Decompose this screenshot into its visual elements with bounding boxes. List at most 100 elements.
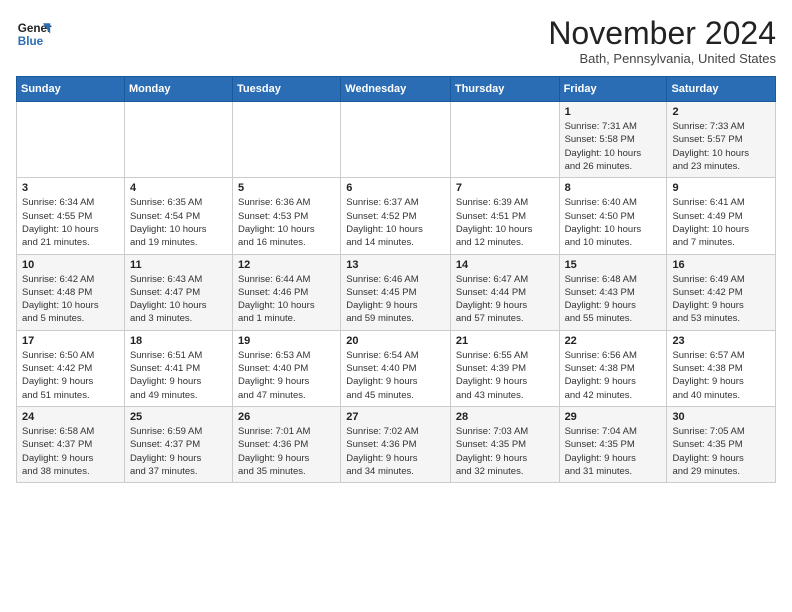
svg-text:Blue: Blue — [18, 35, 44, 48]
day-info: Sunrise: 7:31 AM Sunset: 5:58 PM Dayligh… — [565, 120, 662, 173]
day-cell: 1 Sunrise: 7:31 AM Sunset: 5:58 PM Daylig… — [559, 102, 667, 178]
day-cell: 8Sunrise: 6:40 AM Sunset: 4:50 PM Daylig… — [559, 178, 667, 254]
day-cell — [233, 102, 341, 178]
day-cell: 10 Sunrise: 6:42 AM Sunset: 4:48 PM Dayli… — [17, 254, 125, 330]
day-cell: 25 Sunrise: 6:59 AM Sunset: 4:37 PM Dayli… — [124, 406, 232, 482]
day-number: 22 — [565, 335, 662, 347]
day-number: 14 — [456, 259, 554, 271]
day-number: 19 — [238, 335, 335, 347]
day-info: Sunrise: 6:47 AM Sunset: 4:44 PM Dayligh… — [456, 273, 554, 326]
day-number: 7 — [456, 182, 554, 194]
header-day-thursday: Thursday — [450, 77, 559, 102]
day-cell: 23 Sunrise: 6:57 AM Sunset: 4:38 PM Dayli… — [667, 330, 776, 406]
day-info: Sunrise: 6:37 AM Sunset: 4:52 PM Dayligh… — [346, 196, 445, 249]
day-number: 8 — [565, 182, 662, 194]
day-info: Sunrise: 6:56 AM Sunset: 4:38 PM Dayligh… — [565, 349, 662, 402]
day-info: Sunrise: 6:49 AM Sunset: 4:42 PM Dayligh… — [672, 273, 770, 326]
day-cell: 2Sunrise: 7:33 AM Sunset: 5:57 PM Daylig… — [667, 102, 776, 178]
day-info: Sunrise: 6:44 AM Sunset: 4:46 PM Dayligh… — [238, 273, 335, 326]
day-number: 5 — [238, 182, 335, 194]
day-number: 1 — [565, 106, 662, 118]
day-number: 6 — [346, 182, 445, 194]
day-number: 12 — [238, 259, 335, 271]
day-info: Sunrise: 6:41 AM Sunset: 4:49 PM Dayligh… — [672, 196, 770, 249]
day-number: 10 — [22, 259, 119, 271]
header-day-sunday: Sunday — [17, 77, 125, 102]
day-cell: 29Sunrise: 7:04 AM Sunset: 4:35 PM Dayli… — [559, 406, 667, 482]
week-row-5: 24 Sunrise: 6:58 AM Sunset: 4:37 PM Dayli… — [17, 406, 776, 482]
day-info: Sunrise: 6:35 AM Sunset: 4:54 PM Dayligh… — [130, 196, 227, 249]
week-row-1: 1 Sunrise: 7:31 AM Sunset: 5:58 PM Daylig… — [17, 102, 776, 178]
day-number: 28 — [456, 411, 554, 423]
header-day-saturday: Saturday — [667, 77, 776, 102]
day-info: Sunrise: 6:48 AM Sunset: 4:43 PM Dayligh… — [565, 273, 662, 326]
day-info: Sunrise: 6:34 AM Sunset: 4:55 PM Dayligh… — [22, 196, 119, 249]
day-cell: 5Sunrise: 6:36 AM Sunset: 4:53 PM Daylig… — [233, 178, 341, 254]
logo: General Blue — [16, 16, 52, 52]
day-cell: 15 Sunrise: 6:48 AM Sunset: 4:43 PM Dayli… — [559, 254, 667, 330]
day-number: 24 — [22, 411, 119, 423]
day-number: 30 — [672, 411, 770, 423]
day-number: 27 — [346, 411, 445, 423]
day-info: Sunrise: 6:59 AM Sunset: 4:37 PM Dayligh… — [130, 425, 227, 478]
day-cell: 20 Sunrise: 6:54 AM Sunset: 4:40 PM Dayli… — [341, 330, 451, 406]
day-number: 16 — [672, 259, 770, 271]
day-info: Sunrise: 6:42 AM Sunset: 4:48 PM Dayligh… — [22, 273, 119, 326]
day-info: Sunrise: 6:57 AM Sunset: 4:38 PM Dayligh… — [672, 349, 770, 402]
day-info: Sunrise: 6:55 AM Sunset: 4:39 PM Dayligh… — [456, 349, 554, 402]
day-cell: 16 Sunrise: 6:49 AM Sunset: 4:42 PM Dayli… — [667, 254, 776, 330]
title-area: November 2024 Bath, Pennsylvania, United… — [548, 16, 776, 66]
day-info: Sunrise: 6:46 AM Sunset: 4:45 PM Dayligh… — [346, 273, 445, 326]
day-cell: 18 Sunrise: 6:51 AM Sunset: 4:41 PM Dayli… — [124, 330, 232, 406]
header-day-monday: Monday — [124, 77, 232, 102]
day-info: Sunrise: 6:43 AM Sunset: 4:47 PM Dayligh… — [130, 273, 227, 326]
day-cell: 14 Sunrise: 6:47 AM Sunset: 4:44 PM Dayli… — [450, 254, 559, 330]
month-title: November 2024 — [548, 16, 776, 51]
day-info: Sunrise: 6:51 AM Sunset: 4:41 PM Dayligh… — [130, 349, 227, 402]
day-cell — [450, 102, 559, 178]
week-row-4: 17Sunrise: 6:50 AM Sunset: 4:42 PM Dayli… — [17, 330, 776, 406]
day-number: 2 — [672, 106, 770, 118]
header-row: SundayMondayTuesdayWednesdayThursdayFrid… — [17, 77, 776, 102]
day-info: Sunrise: 6:54 AM Sunset: 4:40 PM Dayligh… — [346, 349, 445, 402]
day-cell: 11Sunrise: 6:43 AM Sunset: 4:47 PM Dayli… — [124, 254, 232, 330]
day-info: Sunrise: 7:02 AM Sunset: 4:36 PM Dayligh… — [346, 425, 445, 478]
page-header: General Blue November 2024 Bath, Pennsyl… — [16, 16, 776, 66]
day-cell: 3 Sunrise: 6:34 AM Sunset: 4:55 PM Daylig… — [17, 178, 125, 254]
day-number: 17 — [22, 335, 119, 347]
day-info: Sunrise: 6:53 AM Sunset: 4:40 PM Dayligh… — [238, 349, 335, 402]
week-row-2: 3 Sunrise: 6:34 AM Sunset: 4:55 PM Daylig… — [17, 178, 776, 254]
day-cell: 4 Sunrise: 6:35 AM Sunset: 4:54 PM Daylig… — [124, 178, 232, 254]
day-info: Sunrise: 7:01 AM Sunset: 4:36 PM Dayligh… — [238, 425, 335, 478]
day-number: 20 — [346, 335, 445, 347]
day-cell: 24 Sunrise: 6:58 AM Sunset: 4:37 PM Dayli… — [17, 406, 125, 482]
day-number: 23 — [672, 335, 770, 347]
day-cell: 28Sunrise: 7:03 AM Sunset: 4:35 PM Dayli… — [450, 406, 559, 482]
day-number: 21 — [456, 335, 554, 347]
day-number: 4 — [130, 182, 227, 194]
header-day-wednesday: Wednesday — [341, 77, 451, 102]
week-row-3: 10 Sunrise: 6:42 AM Sunset: 4:48 PM Dayli… — [17, 254, 776, 330]
day-cell: 17Sunrise: 6:50 AM Sunset: 4:42 PM Dayli… — [17, 330, 125, 406]
day-cell — [124, 102, 232, 178]
logo-icon: General Blue — [16, 16, 52, 52]
day-cell: 19 Sunrise: 6:53 AM Sunset: 4:40 PM Dayli… — [233, 330, 341, 406]
day-number: 18 — [130, 335, 227, 347]
day-number: 9 — [672, 182, 770, 194]
day-info: Sunrise: 7:05 AM Sunset: 4:35 PM Dayligh… — [672, 425, 770, 478]
day-cell — [17, 102, 125, 178]
day-cell: 12 Sunrise: 6:44 AM Sunset: 4:46 PM Dayli… — [233, 254, 341, 330]
day-cell: 6 Sunrise: 6:37 AM Sunset: 4:52 PM Daylig… — [341, 178, 451, 254]
day-info: Sunrise: 6:58 AM Sunset: 4:37 PM Dayligh… — [22, 425, 119, 478]
header-day-friday: Friday — [559, 77, 667, 102]
day-number: 26 — [238, 411, 335, 423]
day-cell: 13Sunrise: 6:46 AM Sunset: 4:45 PM Dayli… — [341, 254, 451, 330]
day-cell: 22 Sunrise: 6:56 AM Sunset: 4:38 PM Dayli… — [559, 330, 667, 406]
day-cell: 7 Sunrise: 6:39 AM Sunset: 4:51 PM Daylig… — [450, 178, 559, 254]
day-cell: 9 Sunrise: 6:41 AM Sunset: 4:49 PM Daylig… — [667, 178, 776, 254]
day-number: 15 — [565, 259, 662, 271]
day-info: Sunrise: 6:39 AM Sunset: 4:51 PM Dayligh… — [456, 196, 554, 249]
day-number: 3 — [22, 182, 119, 194]
day-number: 25 — [130, 411, 227, 423]
day-info: Sunrise: 7:04 AM Sunset: 4:35 PM Dayligh… — [565, 425, 662, 478]
